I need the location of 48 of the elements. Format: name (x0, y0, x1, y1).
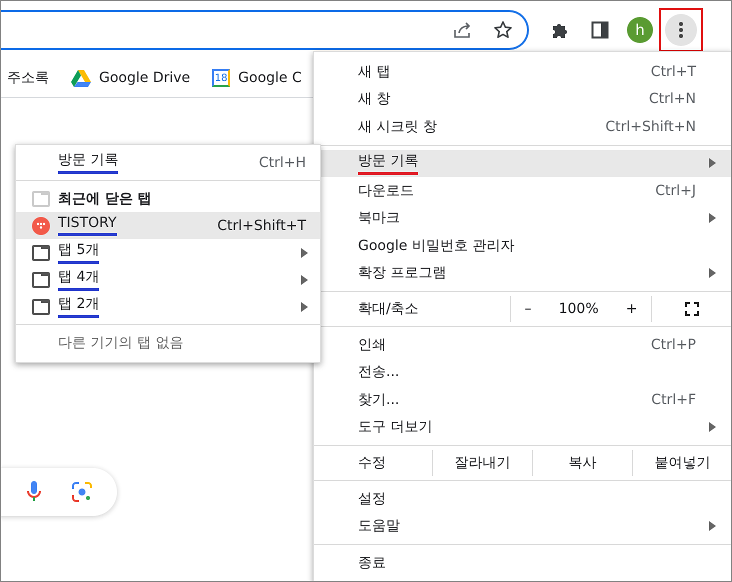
submenu-arrow-icon (709, 521, 716, 532)
submenu-arrow-icon (709, 213, 716, 224)
tab-icon (32, 272, 50, 288)
history-entry[interactable]: 탭 2개 (16, 293, 320, 320)
calendar-icon: 18 (212, 69, 230, 87)
menu-item[interactable]: 도움말 (314, 512, 731, 540)
star-icon[interactable] (493, 20, 513, 40)
tab-icon (32, 190, 50, 206)
submenu-arrow-icon (709, 268, 716, 278)
microphone-icon[interactable] (27, 481, 41, 503)
zoom-out-button[interactable]: – (524, 301, 532, 317)
menu-item[interactable]: 도구 더보기 (314, 414, 731, 441)
bookmark-link[interactable]: 주소록 (7, 69, 49, 87)
history-entry[interactable]: TISTORY Ctrl+Shift+T (16, 212, 320, 239)
side-panel-icon[interactable] (591, 21, 609, 39)
submenu-arrow-icon (709, 158, 716, 168)
bookmark-link[interactable]: Google Drive (99, 70, 190, 86)
edit-action-button[interactable]: 잘라내기 (432, 450, 532, 476)
tab-icon (32, 298, 50, 314)
menu-item[interactable]: 설정 (314, 485, 731, 512)
menu-item[interactable]: 새 시크릿 창 Ctrl+Shift+N (314, 113, 731, 140)
submenu-arrow-icon (709, 422, 716, 432)
submenu-arrow-icon (301, 248, 308, 258)
submenu-arrow-icon (301, 302, 308, 312)
drive-icon (71, 70, 91, 86)
section-heading: 최근에 닫은 탭 (58, 190, 152, 208)
menu-item[interactable]: 종료 (314, 549, 731, 576)
submenu-arrow-icon (301, 274, 308, 284)
camera-search-icon[interactable] (71, 481, 93, 503)
menu-item[interactable]: 전송... (314, 358, 731, 386)
edit-action-button[interactable]: 붙여넣기 (632, 450, 731, 476)
bookmark-link[interactable]: Google C (238, 70, 302, 86)
menu-item[interactable]: 새 창 Ctrl+N (314, 86, 731, 113)
zoom-in-button[interactable]: + (626, 301, 638, 317)
zoom-level: 100% (558, 301, 599, 317)
edit-action-button[interactable]: 복사 (532, 450, 632, 476)
site-icon (32, 216, 50, 234)
menu-item[interactable]: 찾기... Ctrl+F (314, 386, 731, 414)
share-icon[interactable] (453, 21, 473, 39)
tab-icon (32, 244, 50, 260)
menu-button[interactable] (659, 8, 703, 52)
address-bar[interactable] (1, 10, 529, 50)
menu-item[interactable]: 새 탭 Ctrl+T (314, 58, 731, 86)
empty-note: 다른 기기의 탭 없음 (58, 334, 184, 352)
fullscreen-icon[interactable] (685, 302, 699, 316)
zoom-label: 확대/축소 (358, 300, 419, 318)
puzzle-icon[interactable] (551, 21, 569, 39)
edit-label: 수정 (358, 454, 387, 472)
